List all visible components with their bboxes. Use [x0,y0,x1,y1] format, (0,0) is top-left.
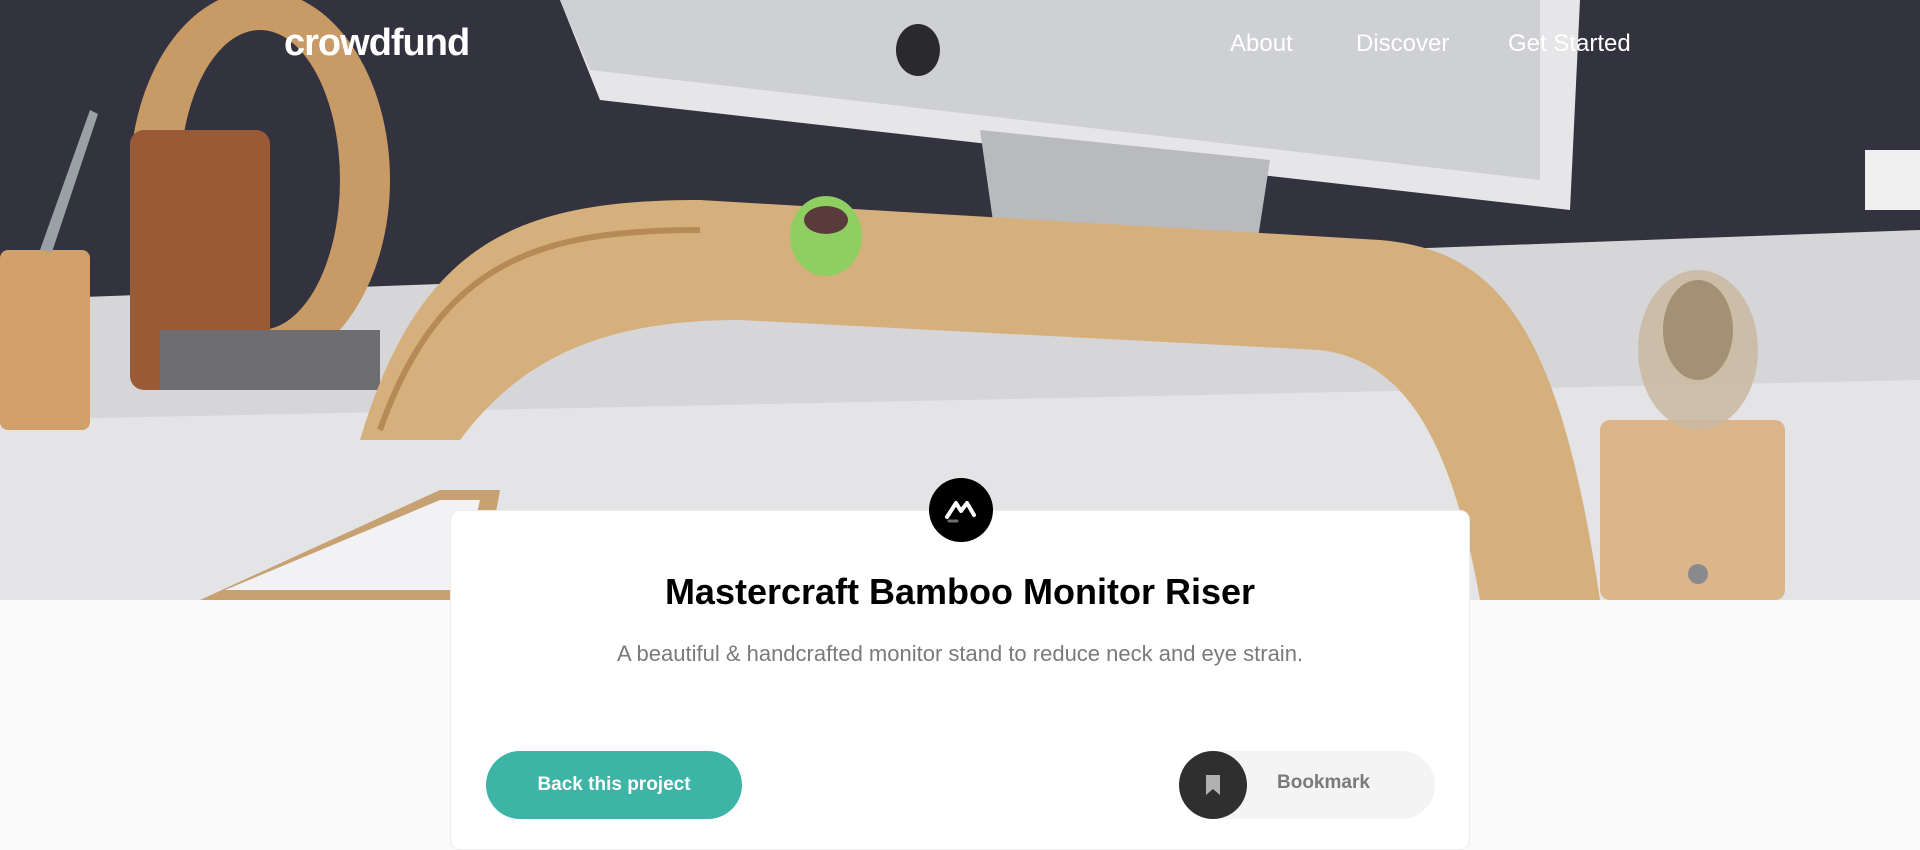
mastercraft-logo-icon [929,478,993,542]
nav-link-get-started[interactable]: Get Started [1508,30,1631,58]
nav-link-discover[interactable]: Discover [1356,30,1449,58]
project-title: Mastercraft Bamboo Monitor Riser [664,571,1256,612]
bookmark-label: Bookmark [1277,772,1370,793]
bookmark-icon-container [1179,751,1247,819]
nav-link-about[interactable]: About [1230,30,1293,58]
bookmark-icon [1206,775,1220,795]
back-project-button[interactable]: Back this project [486,751,742,819]
project-card: Mastercraft Bamboo Monitor Riser A beaut… [450,510,1470,850]
project-description: A beautiful & handcrafted monitor stand … [616,641,1304,666]
top-navigation: crowdfund About Discover Get Started [0,0,1920,90]
bookmark-button[interactable]: Bookmark [1179,751,1435,819]
brand-logo[interactable]: crowdfund [284,22,470,65]
mastercraft-logo-mark [945,501,976,523]
